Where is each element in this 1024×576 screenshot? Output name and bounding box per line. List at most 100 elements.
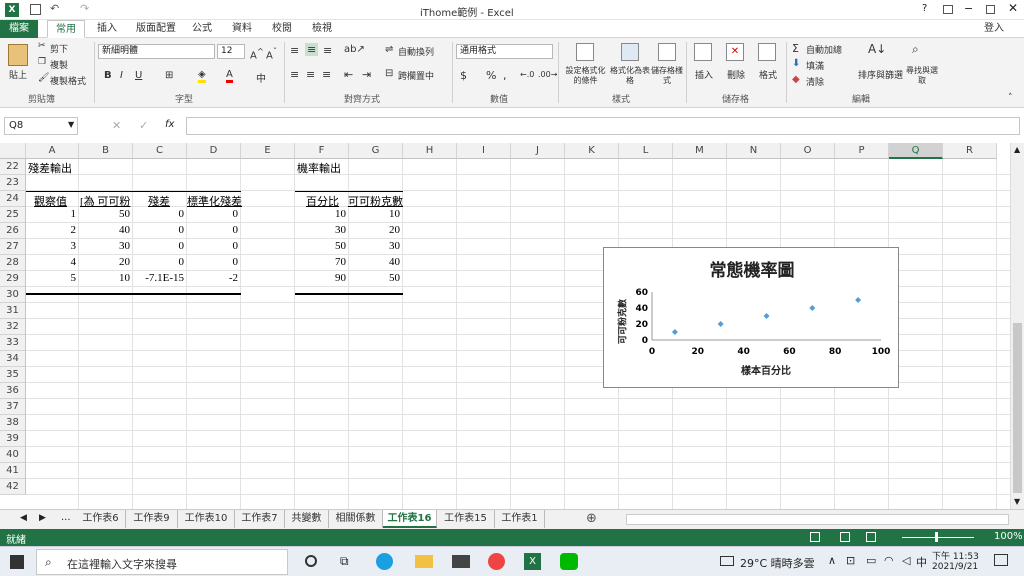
- probability-header-val[interactable]: 可可粉克數: [348, 193, 403, 209]
- paste-icon[interactable]: [8, 44, 28, 66]
- phonetic-icon[interactable]: 中: [256, 70, 266, 85]
- residual-cell[interactable]: 0: [133, 208, 187, 220]
- column-header-p[interactable]: P: [835, 143, 889, 159]
- autosum-icon[interactable]: Σ: [792, 42, 799, 55]
- mail-icon[interactable]: [452, 555, 470, 568]
- column-header-n[interactable]: N: [727, 143, 781, 159]
- start-icon[interactable]: [10, 555, 24, 569]
- align-right-icon[interactable]: ≡: [322, 68, 331, 81]
- probability-title[interactable]: 機率輸出: [297, 160, 341, 176]
- select-all-corner[interactable]: [0, 143, 26, 159]
- tab-formulas[interactable]: 公式: [186, 20, 218, 38]
- column-header-a[interactable]: A: [26, 143, 79, 159]
- volume-icon[interactable]: ◁: [902, 554, 910, 567]
- residual-cell[interactable]: 0: [133, 240, 187, 252]
- cortana-icon[interactable]: [305, 555, 317, 567]
- sheet-tab[interactable]: 工作表7: [235, 510, 285, 528]
- sheet-tab[interactable]: 相關係數: [329, 510, 383, 528]
- clock-date[interactable]: 2021/9/21: [932, 562, 978, 572]
- conditional-format-button[interactable]: 設定格式化的條件: [563, 66, 608, 86]
- column-header-g[interactable]: G: [349, 143, 403, 159]
- residual-cell[interactable]: 30: [79, 240, 133, 252]
- probability-cell[interactable]: 50: [349, 272, 403, 284]
- residual-cell[interactable]: 0: [133, 224, 187, 236]
- residual-header-std[interactable]: 標準化殘差: [187, 193, 243, 209]
- italic-button[interactable]: I: [120, 70, 123, 81]
- delete-cells-icon[interactable]: ✕: [726, 43, 744, 61]
- zoom-slider[interactable]: [902, 537, 974, 538]
- align-center-icon[interactable]: ≡: [306, 68, 315, 81]
- taskbar-search-box[interactable]: ⌕ 在這裡輸入文字來搜尋: [36, 549, 288, 575]
- collapse-ribbon-icon[interactable]: ˄: [1008, 93, 1013, 103]
- residual-cell[interactable]: 20: [79, 256, 133, 268]
- residual-header-resid[interactable]: 殘差: [148, 193, 170, 209]
- residual-cell[interactable]: 2: [26, 224, 79, 236]
- probability-cell[interactable]: 10: [295, 208, 349, 220]
- probability-cell[interactable]: 40: [349, 256, 403, 268]
- row-header-29[interactable]: 29: [0, 271, 26, 287]
- save-icon[interactable]: [30, 4, 41, 15]
- clock-time[interactable]: 下午 11:53: [932, 549, 979, 562]
- residual-cell[interactable]: 5: [26, 272, 79, 284]
- next-sheet-icon[interactable]: ▶: [39, 513, 46, 523]
- file-explorer-icon[interactable]: [415, 555, 433, 568]
- row-header-26[interactable]: 26: [0, 223, 26, 239]
- wifi-icon[interactable]: ◠: [884, 554, 894, 567]
- weather-text[interactable]: 29°C 晴時多雲: [740, 555, 815, 571]
- column-header-o[interactable]: O: [781, 143, 835, 159]
- sheet-tab[interactable]: 工作表15: [437, 510, 495, 528]
- tab-insert[interactable]: 插入: [91, 20, 123, 38]
- column-header-c[interactable]: C: [133, 143, 187, 159]
- taskbar-search-input[interactable]: 在這裡輸入文字來搜尋: [67, 556, 177, 572]
- tab-page-layout[interactable]: 版面配置: [130, 20, 182, 38]
- row-header-24[interactable]: 24: [0, 191, 26, 207]
- residual-cell[interactable]: 0: [187, 256, 241, 268]
- tab-review[interactable]: 校閱: [266, 20, 298, 38]
- row-header-22[interactable]: 22: [0, 159, 26, 175]
- column-header-d[interactable]: D: [187, 143, 241, 159]
- fill-color-icon[interactable]: ◈: [198, 69, 206, 83]
- residual-cell[interactable]: 1: [26, 208, 79, 220]
- row-header-38[interactable]: 38: [0, 415, 26, 431]
- ime-indicator[interactable]: 中: [916, 554, 927, 570]
- row-header-23[interactable]: 23: [0, 175, 26, 191]
- cut-button[interactable]: 剪下: [50, 42, 68, 55]
- zoom-level[interactable]: 100%: [994, 531, 1023, 542]
- tab-file[interactable]: 檔案: [0, 20, 38, 38]
- edge-icon[interactable]: [376, 553, 393, 570]
- enter-icon[interactable]: ✓: [139, 119, 148, 132]
- wrap-text-button[interactable]: 自動換列: [398, 45, 434, 58]
- excel-task-icon[interactable]: X: [524, 553, 541, 570]
- orientation-icon[interactable]: ab↗: [344, 44, 365, 55]
- clear-icon[interactable]: ◆: [792, 74, 800, 85]
- residual-cell[interactable]: -2: [187, 272, 241, 284]
- insert-function-button[interactable]: fx: [165, 119, 174, 130]
- find-select-button[interactable]: 尋找與選取: [906, 66, 938, 86]
- residual-cell[interactable]: 10: [79, 272, 133, 284]
- find-select-icon[interactable]: ⌕: [912, 42, 919, 57]
- chart[interactable]: 常態機率圖 0 20 40 60 80 100 0 20 40 60 樣本百分比 可可粉克數: [603, 247, 899, 388]
- insert-cells-icon[interactable]: [694, 43, 712, 61]
- format-table-button[interactable]: 格式化為表格: [610, 66, 650, 86]
- row-header-33[interactable]: 33: [0, 335, 26, 351]
- sheet-tab[interactable]: 共變數: [285, 510, 329, 528]
- row-header-42[interactable]: 42: [0, 479, 26, 495]
- sign-in-link[interactable]: 登入: [978, 20, 1010, 38]
- row-header-36[interactable]: 36: [0, 383, 26, 399]
- align-top-icon[interactable]: ≡: [290, 44, 299, 57]
- probability-cell[interactable]: 30: [349, 240, 403, 252]
- scroll-thumb[interactable]: [1013, 323, 1022, 493]
- row-header-30[interactable]: 30: [0, 287, 26, 303]
- redo-icon[interactable]: ↷: [80, 2, 89, 15]
- align-middle-icon[interactable]: ≡: [305, 43, 319, 56]
- row-header-28[interactable]: 28: [0, 255, 26, 271]
- new-sheet-button[interactable]: ⊕: [586, 511, 597, 526]
- sort-filter-icon[interactable]: A↓: [868, 42, 886, 56]
- horizontal-scrollbar[interactable]: [626, 514, 1009, 525]
- paste-button[interactable]: 貼上: [9, 68, 27, 81]
- increase-font-icon[interactable]: A^: [250, 46, 264, 61]
- increase-decimal-icon[interactable]: ←.0: [520, 70, 534, 79]
- column-header-e[interactable]: E: [241, 143, 295, 159]
- close-button[interactable]: ✕: [1008, 1, 1018, 15]
- ribbon-display-icon[interactable]: [943, 5, 953, 14]
